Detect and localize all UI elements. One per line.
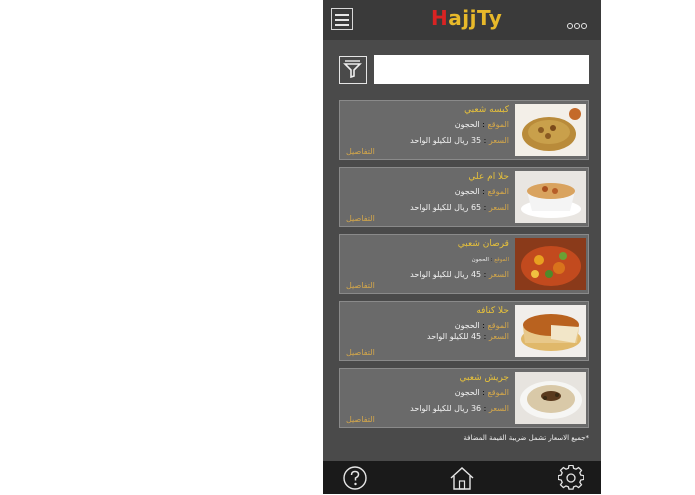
help-icon [343, 466, 367, 490]
food-card[interactable]: جريش شعبي الموقع : الحجون السعر : 36 ريا… [339, 368, 589, 428]
price-label: السعر [488, 270, 509, 279]
details-link[interactable]: التفاصيل [346, 147, 375, 156]
food-image-kunafa [515, 305, 586, 357]
price-value: 36 ريال للكيلو الواحد [410, 404, 482, 413]
price-label: السعر [488, 136, 509, 145]
food-card[interactable]: حلا ام علي الموقع : الحجون السعر : 65 ري… [339, 167, 589, 227]
item-title: حلا ام علي [468, 172, 509, 182]
location-row: الموقع : الحجون [454, 321, 510, 330]
location-row: الموقع : الحجون [454, 388, 510, 397]
details-link[interactable]: التفاصيل [346, 348, 375, 357]
details-link[interactable]: التفاصيل [346, 281, 375, 290]
location-label: الموقع [487, 187, 510, 196]
price-row: السعر : 36 ريال للكيلو الواحد [410, 404, 509, 413]
item-title: قرصان شعبي [457, 239, 509, 249]
price-value: 45 للكيلو الواحد [427, 332, 482, 341]
item-title: كبسه شعبي [464, 105, 509, 115]
details-link[interactable]: التفاصيل [346, 214, 375, 223]
location-row: الموقع : الحجون [471, 257, 509, 263]
gear-icon [557, 464, 585, 490]
location-value: الحجون [454, 187, 480, 196]
item-title: حلا كنافه [476, 306, 509, 316]
food-image-kabsa [515, 104, 586, 156]
item-title: جريش شعبي [459, 373, 509, 383]
menu-line [335, 19, 349, 21]
app-screen: HajjTy كبسه شعبي الموقع : الحجون السعر :… [323, 0, 601, 494]
home-icon [450, 467, 474, 490]
dot [581, 23, 587, 29]
home-button[interactable] [449, 465, 475, 491]
location-label: الموقع [487, 321, 510, 330]
details-link[interactable]: التفاصيل [346, 415, 375, 424]
app-logo: HajjTy [431, 6, 502, 30]
location-label: الموقع [487, 388, 510, 397]
price-label: السعر [488, 332, 509, 341]
location-row: الموقع : الحجون [454, 120, 510, 129]
dot [567, 23, 573, 29]
price-value: 35 ريال للكيلو الواحد [410, 136, 482, 145]
logo-first-letter: H [431, 6, 449, 30]
dot [574, 23, 580, 29]
location-row: الموقع : الحجون [454, 187, 510, 196]
hamburger-icon[interactable] [331, 8, 353, 30]
food-image-qursan [515, 238, 586, 290]
menu-line [335, 24, 349, 26]
price-label: السعر [488, 404, 509, 413]
settings-button[interactable] [557, 464, 585, 491]
menu-line [335, 14, 349, 16]
price-label: السعر [488, 203, 509, 212]
price-value: 45 ريال للكيلو الواحد [410, 270, 482, 279]
food-card[interactable]: حلا كنافه الموقع : الحجون السعر : 45 للك… [339, 301, 589, 361]
search-input[interactable] [374, 55, 589, 84]
price-row: السعر : 65 ريال للكيلو الواحد [410, 203, 509, 212]
help-button[interactable] [342, 465, 368, 491]
food-image-jareesh [515, 372, 586, 424]
price-value: 65 ريال للكيلو الواحد [410, 203, 482, 212]
top-bar: HajjTy [323, 0, 601, 40]
location-value: الحجون [454, 120, 480, 129]
food-image-umm-ali [515, 171, 586, 223]
logo-rest: ajjTy [448, 6, 503, 30]
food-card[interactable]: كبسه شعبي الموقع : الحجون السعر : 35 ريا… [339, 100, 589, 160]
more-options-icon[interactable] [567, 14, 593, 29]
location-label: الموقع [494, 257, 509, 263]
funnel-icon [343, 60, 362, 79]
bottom-nav [323, 461, 601, 494]
location-label: الموقع [487, 120, 510, 129]
location-value: الحجون [471, 257, 489, 263]
price-row: السعر : 45 ريال للكيلو الواحد [410, 270, 509, 279]
price-row: السعر : 35 ريال للكيلو الواحد [410, 136, 509, 145]
location-value: الحجون [454, 321, 480, 330]
vat-footnote: *جميع الاسعار تشمل ضريبة القيمة المضافة [463, 434, 589, 442]
food-card[interactable]: قرصان شعبي الموقع : الحجون السعر : 45 ري… [339, 234, 589, 294]
location-value: الحجون [454, 388, 480, 397]
price-row: السعر : 45 للكيلو الواحد [427, 332, 509, 341]
filter-button[interactable] [339, 56, 367, 84]
